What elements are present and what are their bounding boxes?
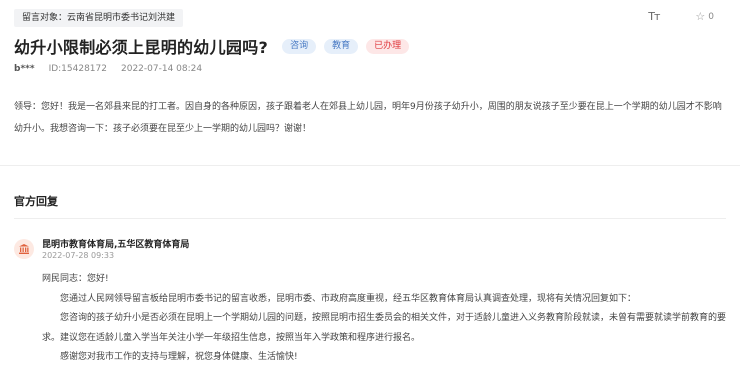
title-row: 幼升小限制必须上昆明的幼儿园吗? 咨询 教育 已办理 — [14, 34, 410, 58]
tag-consult[interactable]: 咨询 — [282, 38, 317, 54]
reply-section-title: 官方回复 — [14, 195, 58, 208]
tag-education[interactable]: 教育 — [324, 38, 359, 54]
message-id: ID:15428172 — [48, 64, 107, 74]
message-target-tag[interactable]: 留言对象：云南省昆明市委书记刘洪建 — [14, 9, 184, 27]
font-size-button[interactable]: Tт — [648, 10, 660, 23]
reply-paragraph: 您通过人民网领导留言板给昆明市委书记的留言收悉，昆明市委、市政府高度重视，经五华… — [60, 293, 637, 304]
section-divider — [0, 165, 740, 166]
reply-organization: 昆明市教育体育局,五华区教育体育局 — [42, 240, 190, 250]
message-meta: b*** ID:15428172 2022-07-14 08:24 — [14, 64, 202, 74]
star-icon: ☆ — [695, 10, 706, 23]
reply-body: 网民同志：您好! 您通过人民网领导留言板给昆明市委书记的留言收悉，昆明市委、市政… — [42, 270, 732, 368]
status-badge: 已办理 — [366, 38, 410, 54]
reply-greeting: 网民同志：您好! — [42, 274, 109, 284]
author-name: b*** — [14, 64, 35, 74]
page-title: 幼升小限制必须上昆明的幼儿园吗? — [14, 38, 269, 57]
reply-closing: 感谢您对我市工作的支持与理解，祝您身体健康、生活愉快! — [60, 352, 298, 362]
message-datetime: 2022-07-14 08:24 — [121, 64, 203, 74]
reply-paragraph: 您咨询的孩子幼升小是否必须在昆明上一个学期幼儿园的问题，按照昆明市招生委员会的相… — [42, 313, 727, 343]
toolbar: Tт ☆ 0 — [648, 10, 714, 23]
reply-divider — [14, 218, 726, 219]
message-content: 领导：您好！我是一名郊县来昆的打工者。因自身的各种原因，孩子跟着老人在郊县上幼儿… — [14, 102, 722, 134]
reply-date: 2022-07-28 09:33 — [42, 251, 115, 260]
tag-list: 咨询 教育 已办理 — [282, 38, 410, 54]
government-building-icon — [14, 239, 34, 259]
like-button[interactable]: ☆ 0 — [695, 10, 714, 23]
like-count: 0 — [708, 11, 714, 22]
